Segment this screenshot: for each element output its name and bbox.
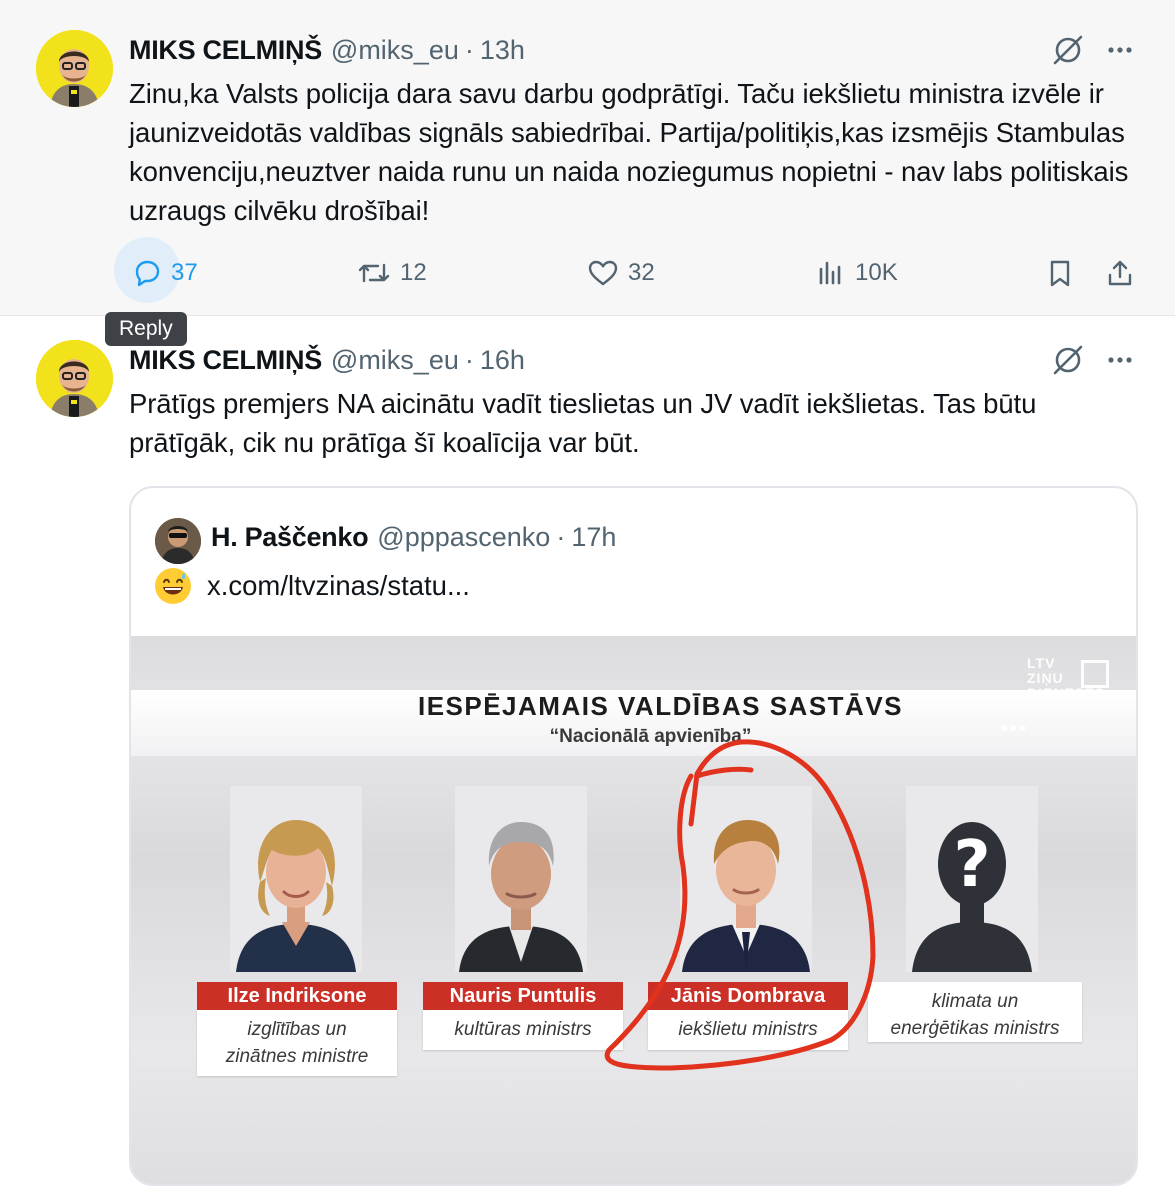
tweet-actions: 37 12 32 10K <box>0 250 1175 296</box>
red-circle-annotation <box>604 739 876 1071</box>
like-button[interactable]: 32 <box>586 250 655 296</box>
separator-dot: · <box>464 34 474 65</box>
quoted-header: H. Paščenko @pppascenko · 17h <box>211 520 616 554</box>
author-name[interactable]: MIKS CELMIŅŠ <box>129 345 322 376</box>
quoted-author-name[interactable]: H. Paščenko <box>211 522 369 553</box>
quoted-tweet[interactable]: H. Paščenko @pppascenko · 17h x.com/ltvz… <box>129 486 1138 1186</box>
bookmark-button[interactable] <box>1044 250 1076 296</box>
author-avatar[interactable] <box>36 340 113 417</box>
reply-tooltip: Reply <box>105 312 187 346</box>
tweet-time[interactable]: 13h <box>480 35 525 66</box>
grok-icon[interactable] <box>1051 343 1085 377</box>
more-icon[interactable] <box>1103 343 1137 377</box>
tweet-text: Prātīgs premjers NA aicinātu vadīt tiesl… <box>129 388 1037 458</box>
quoted-author-avatar[interactable] <box>155 518 201 564</box>
tweet-header: MIKS CELMIŅŠ @miks_eu · 13h <box>129 33 525 67</box>
tweet-text: Zinu,ka Valsts policija dara savu darbu … <box>129 78 1129 226</box>
quoted-link[interactable]: x.com/ltvzinas/statu... <box>207 570 470 602</box>
reply-icon <box>131 257 163 289</box>
quoted-author-handle[interactable]: @pppascenko <box>377 522 550 553</box>
share-icon <box>1104 257 1136 289</box>
sweat-smile-emoji-icon <box>155 568 191 604</box>
quoted-media-image[interactable]: IESPĒJAMAIS VALDĪBAS SASTĀVS “Nacionālā … <box>131 636 1136 1184</box>
tweet-2[interactable]: MIKS CELMIŅŠ @miks_eu · 16h Prātīgs prem… <box>0 316 1175 1200</box>
like-count: 32 <box>628 259 655 286</box>
separator-dot: · <box>464 344 474 375</box>
repost-icon <box>356 257 392 289</box>
view-count: 10K <box>855 259 898 286</box>
reply-button[interactable]: 37 <box>131 250 198 296</box>
separator-dot: · <box>556 521 566 552</box>
like-icon <box>586 257 620 289</box>
author-name[interactable]: MIKS CELMIŅŠ <box>129 35 322 66</box>
tweet-header: MIKS CELMIŅŠ @miks_eu · 16h <box>129 343 525 377</box>
more-icon[interactable] <box>1103 33 1137 67</box>
repost-button[interactable]: 12 <box>356 250 427 296</box>
quoted-time[interactable]: 17h <box>571 522 616 553</box>
tweet-time[interactable]: 16h <box>480 345 525 376</box>
views-icon <box>815 257 847 289</box>
share-button[interactable] <box>1104 250 1136 296</box>
views-button[interactable]: 10K <box>815 250 898 296</box>
author-handle[interactable]: @miks_eu <box>331 35 459 66</box>
reply-count: 37 <box>171 259 198 286</box>
author-handle[interactable]: @miks_eu <box>331 345 459 376</box>
bookmark-icon <box>1044 257 1076 289</box>
repost-count: 12 <box>400 259 427 286</box>
tweet-1[interactable]: MIKS CELMIŅŠ @miks_eu · 13h Zinu,ka Vals… <box>0 0 1175 316</box>
author-avatar[interactable] <box>36 30 113 107</box>
quoted-text: x.com/ltvzinas/statu... <box>155 566 470 606</box>
grok-icon[interactable] <box>1051 33 1085 67</box>
